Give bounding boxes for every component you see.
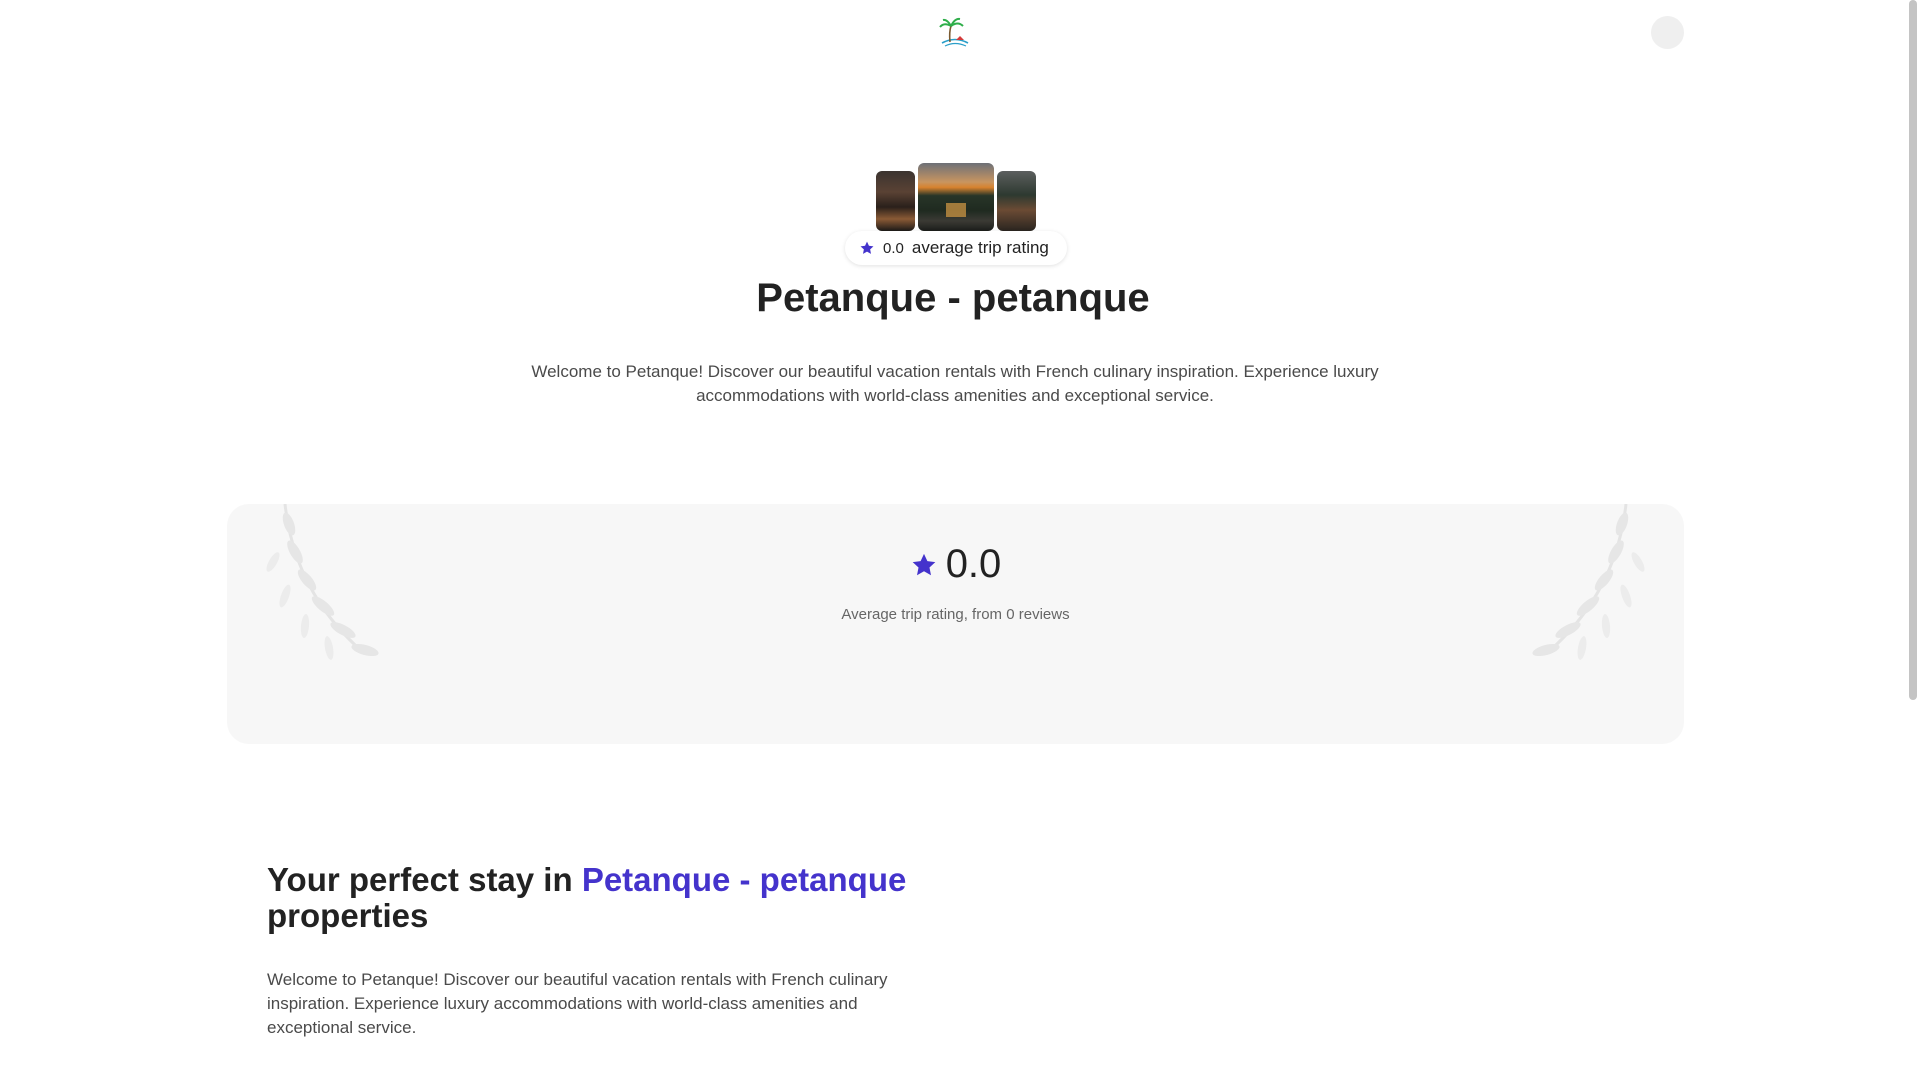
stay-section-title: Your perfect stay in Petanque - petanque… [267, 862, 947, 934]
title-suffix: properties [267, 897, 429, 934]
property-photo-gallery[interactable] [876, 163, 1036, 231]
laurel-left-icon [266, 504, 379, 660]
palm-island-logo-icon[interactable] [938, 16, 972, 48]
rating-label: average trip rating [911, 238, 1049, 257]
star-icon [912, 553, 936, 575]
title-accent: Petanque - petanque [581, 861, 907, 898]
overall-rating-value: 0.0 [945, 542, 1002, 586]
property-photo[interactable] [997, 171, 1036, 231]
rating-value: 0.0 [883, 239, 904, 257]
laurel-right-icon [1532, 504, 1645, 660]
average-rating-badge: 0.0 average trip rating [845, 231, 1067, 265]
hero-description: Welcome to Petanque! Discover our beauti… [531, 362, 1379, 405]
overall-rating: 0.0 [227, 542, 1684, 587]
property-photo[interactable] [918, 163, 994, 231]
rating-summary-card: 0.0 Average trip rating, from 0 reviews [227, 504, 1684, 744]
reviews-summary: Average trip rating, from 0 reviews [841, 606, 1070, 623]
cabin-image-detail [946, 203, 966, 217]
top-navigation [0, 0, 1906, 66]
scrollbar-thumb[interactable] [1909, 0, 1917, 700]
stay-section-description: Welcome to Petanque! Discover our beauti… [267, 970, 888, 1037]
title-prefix: Your perfect stay in [267, 861, 582, 898]
scrollbar[interactable] [1906, 0, 1920, 1080]
property-photo[interactable] [876, 171, 915, 231]
user-avatar-icon[interactable] [1651, 16, 1684, 49]
star-icon [860, 241, 874, 254]
page-title: Petanque - petanque [756, 276, 1150, 320]
